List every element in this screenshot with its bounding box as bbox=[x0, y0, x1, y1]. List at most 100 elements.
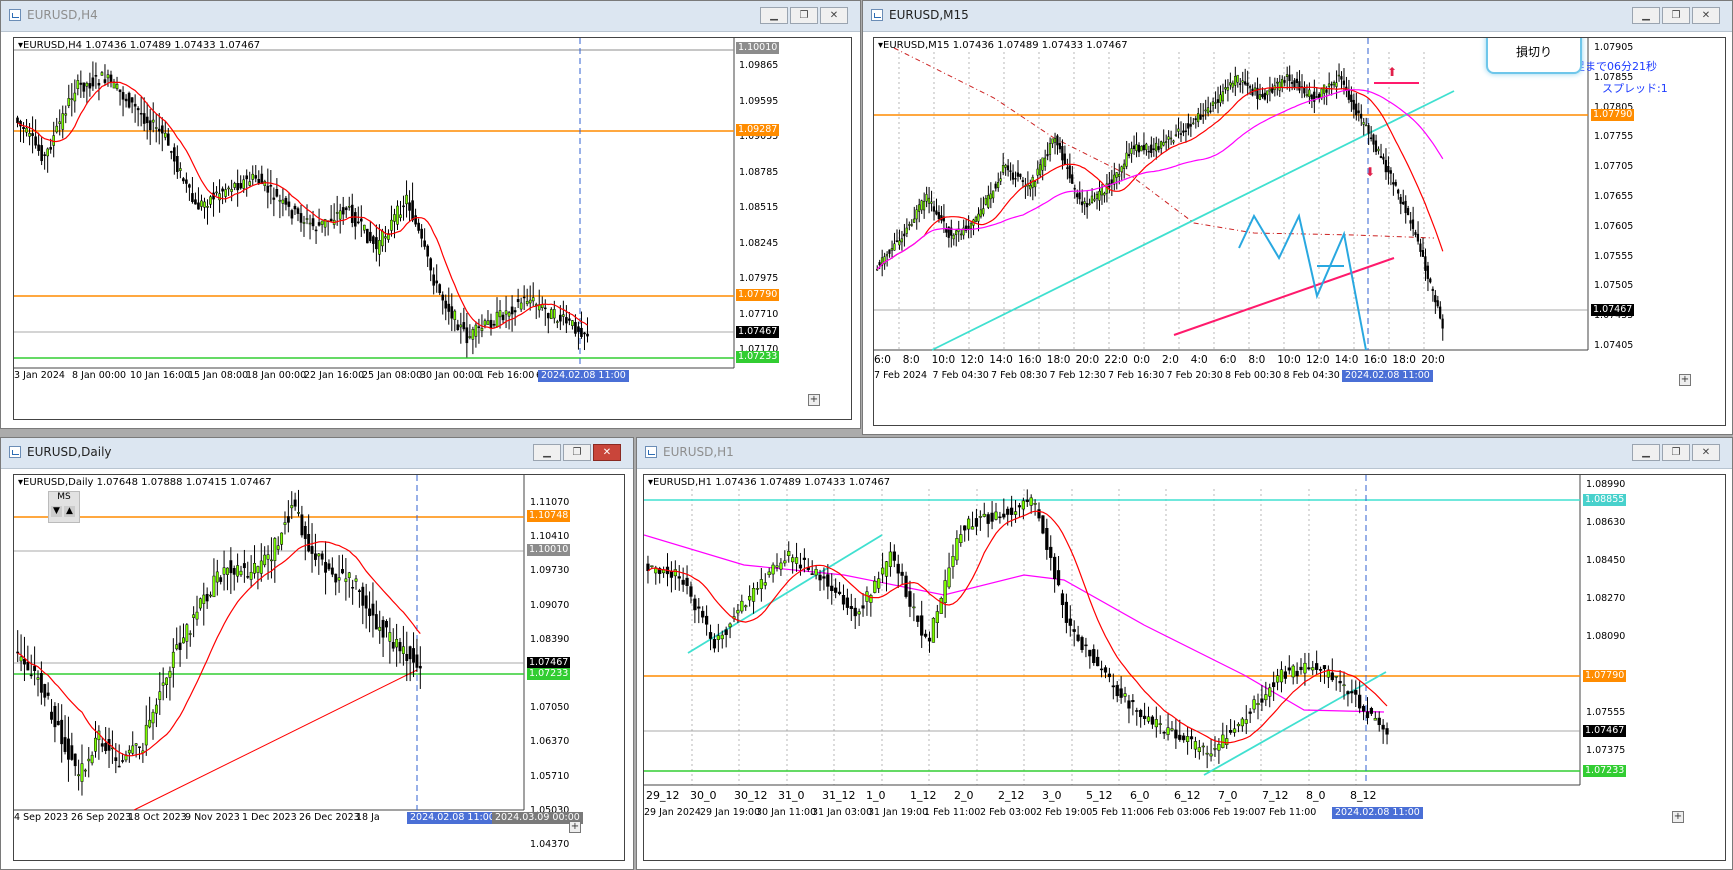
price-axis-label: 1.09865 bbox=[739, 60, 779, 71]
minimize-button[interactable]: ▁ bbox=[533, 444, 561, 461]
plus-icon[interactable]: + bbox=[808, 394, 820, 406]
bear-candle bbox=[1397, 189, 1400, 194]
title-bar[interactable]: EURUSD,H1 ▁ ❐ ✕ bbox=[637, 438, 1732, 469]
close-button[interactable]: ✕ bbox=[1692, 7, 1720, 24]
plus-icon[interactable]: + bbox=[1672, 811, 1684, 823]
bull-candle bbox=[253, 563, 256, 574]
title-bar[interactable]: EURUSD,M15 ▁ ❐ ✕ bbox=[863, 1, 1732, 32]
bear-candle bbox=[408, 646, 412, 660]
bear-candle bbox=[324, 561, 328, 573]
bear-candle bbox=[1056, 570, 1061, 586]
bear-candle bbox=[121, 760, 125, 762]
bull-candle bbox=[1291, 665, 1295, 678]
bull-candle bbox=[25, 127, 28, 133]
chart-area[interactable]: ▾EURUSD,H4 1.07436 1.07489 1.07433 1.074… bbox=[13, 37, 852, 420]
bear-candle bbox=[50, 711, 53, 720]
minimize-button[interactable]: ▁ bbox=[760, 7, 788, 24]
bear-candle bbox=[1072, 629, 1076, 632]
restore-button[interactable]: ❐ bbox=[563, 444, 591, 461]
bear-candle bbox=[275, 189, 279, 197]
bear-candle bbox=[1194, 118, 1197, 121]
minimize-button[interactable]: ▁ bbox=[1632, 444, 1660, 461]
restore-button[interactable]: ❐ bbox=[1662, 444, 1690, 461]
bear-candle bbox=[1416, 233, 1420, 242]
bear-candle bbox=[287, 201, 291, 207]
bull-candle bbox=[459, 324, 463, 328]
bear-candle bbox=[685, 577, 689, 586]
bear-candle bbox=[853, 607, 857, 617]
bear-candle bbox=[361, 586, 365, 606]
bull-candle bbox=[744, 605, 748, 608]
bear-candle bbox=[405, 654, 409, 661]
chart-window-m15[interactable]: EURUSD,M15 ▁ ❐ ✕ ⬆ ⬇ ▾EURUSD,M15 1.07436 … bbox=[862, 0, 1733, 435]
bull-candle bbox=[775, 565, 779, 568]
minimize-icon: ▁ bbox=[1642, 10, 1650, 21]
plus-icon[interactable]: + bbox=[1679, 374, 1691, 386]
bear-candle bbox=[109, 74, 113, 83]
title-bar[interactable]: EURUSD,H4 ▁ ❐ ✕ bbox=[1, 1, 860, 32]
bull-candle bbox=[36, 677, 40, 680]
time-axis-label: 8 Feb 04:30 bbox=[1283, 370, 1340, 381]
plus-icon[interactable]: + bbox=[569, 821, 581, 833]
symbol-info: ▾EURUSD,Daily 1.07648 1.07888 1.07415 1.… bbox=[18, 477, 272, 488]
bear-candle bbox=[923, 633, 928, 637]
price-chart[interactable] bbox=[644, 475, 1725, 860]
bull-candle bbox=[1362, 122, 1365, 125]
time-axis-label: 22 Jan 16:00 bbox=[304, 370, 365, 381]
bear-candle bbox=[411, 200, 414, 221]
arrow-down-icon[interactable]: ▼ bbox=[51, 506, 62, 517]
time-axis-label: 8 Feb 00:30 bbox=[1225, 370, 1282, 381]
bear-candle bbox=[182, 178, 185, 182]
bear-candle bbox=[1382, 156, 1385, 160]
bear-candle bbox=[31, 133, 34, 136]
chart-area[interactable]: ▾EURUSD,Daily 1.07648 1.07888 1.07415 1.… bbox=[13, 474, 625, 861]
bear-candle bbox=[22, 127, 25, 130]
close-button[interactable]: ✕ bbox=[820, 7, 848, 24]
bear-candle bbox=[1347, 89, 1350, 100]
bear-candle bbox=[1429, 278, 1432, 283]
chart-window-h1[interactable]: EURUSD,H1 ▁ ❐ ✕ ▾EURUSD,H1 1.07436 1.074… bbox=[636, 437, 1733, 870]
hour-label: 18:0 bbox=[1392, 354, 1416, 366]
chart-window-h4[interactable]: EURUSD,H4 ▁ ❐ ✕ ▾EURUSD,H4 1.07436 1.074… bbox=[0, 0, 861, 429]
bear-candle bbox=[1392, 182, 1395, 185]
time-axis-label: 1 Dec 2023 bbox=[242, 812, 297, 823]
bull-candle bbox=[83, 769, 87, 772]
close-button[interactable]: ✕ bbox=[593, 444, 621, 461]
close-icon: ✕ bbox=[1701, 447, 1711, 458]
bull-candle bbox=[474, 324, 478, 337]
bear-candle bbox=[1127, 154, 1131, 157]
arrow-up-icon[interactable]: ▲ bbox=[64, 506, 75, 517]
bear-candle bbox=[320, 553, 324, 560]
day-label: 29_12 bbox=[646, 789, 680, 802]
close-button[interactable]: ✕ bbox=[1692, 444, 1720, 461]
bear-candle bbox=[1006, 508, 1010, 515]
time-axis-label: 9 Nov 2023 bbox=[185, 812, 240, 823]
chart-area[interactable]: ⬆ ⬇ ▾EURUSD,M15 1.07436 1.07489 1.07433 1… bbox=[873, 37, 1726, 426]
minimize-button[interactable]: ▁ bbox=[1632, 7, 1660, 24]
bull-candle bbox=[1013, 511, 1018, 515]
bear-candle bbox=[1436, 300, 1439, 307]
bull-candle bbox=[1327, 83, 1331, 87]
bull-candle bbox=[970, 526, 975, 530]
chart-window-daily[interactable]: EURUSD,Daily ▁ ❐ ✕ ▾EURUSD,Daily 1.07648… bbox=[0, 437, 634, 870]
bear-candle bbox=[313, 553, 317, 560]
bull-candle bbox=[996, 182, 1000, 189]
price-chart[interactable] bbox=[14, 38, 851, 419]
bull-candle bbox=[1162, 142, 1165, 146]
chart-area[interactable]: ▾EURUSD,H1 1.07436 1.07489 1.07433 1.074… bbox=[643, 474, 1726, 861]
bull-candle bbox=[927, 197, 931, 204]
bull-candle bbox=[468, 336, 472, 338]
bear-candle bbox=[583, 332, 586, 335]
restore-button[interactable]: ❐ bbox=[790, 7, 818, 24]
restore-button[interactable]: ❐ bbox=[1662, 7, 1690, 24]
bull-candle bbox=[270, 559, 273, 562]
bull-candle bbox=[290, 505, 294, 509]
bull-candle bbox=[1118, 173, 1121, 177]
bull-candle bbox=[992, 190, 995, 199]
day-label: 30_12 bbox=[734, 789, 768, 802]
title-bar[interactable]: EURUSD,Daily ▁ ❐ ✕ bbox=[1, 438, 633, 469]
bull-candle bbox=[73, 92, 77, 102]
bear-candle bbox=[351, 587, 355, 589]
bull-candle bbox=[1201, 745, 1205, 748]
hour-label: 6:0 bbox=[874, 354, 891, 366]
